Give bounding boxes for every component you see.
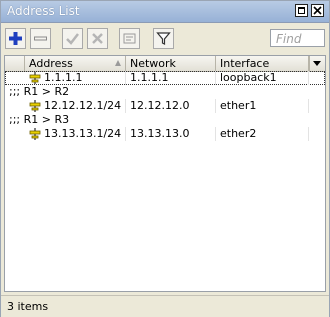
filter-button[interactable]	[153, 28, 174, 49]
x-icon	[92, 33, 103, 44]
column-header-interface[interactable]: Interface	[216, 56, 309, 71]
status-bar: 3 items	[1, 295, 329, 317]
comment-text: ;;; R1 > R3	[9, 113, 70, 126]
chevron-down-icon	[313, 61, 321, 66]
address-icon	[29, 100, 41, 112]
table-header: Address Network Interface	[5, 56, 325, 72]
comment-text: ;;; R1 > R2	[9, 85, 70, 98]
title-bar[interactable]: Address List	[1, 1, 329, 23]
cell-network: 12.12.12.0	[126, 99, 216, 113]
enable-button[interactable]	[62, 28, 83, 49]
cell-address: 12.12.12.1/24	[41, 99, 126, 113]
column-menu-button[interactable]	[309, 56, 325, 71]
cell-address: 1.1.1.1	[41, 71, 126, 85]
toolbar	[1, 23, 329, 55]
address-list-window: Address List Find Address Network Interf…	[0, 0, 330, 317]
column-label: Network	[130, 57, 176, 70]
minus-icon	[34, 36, 47, 41]
check-icon	[66, 33, 79, 45]
disable-button[interactable]	[87, 28, 108, 49]
header-corner	[5, 56, 25, 71]
add-button[interactable]	[5, 28, 26, 49]
cell-address: 13.13.13.1/24	[41, 127, 126, 141]
cell-network: 1.1.1.1	[126, 71, 216, 85]
cell-network: 13.13.13.0	[126, 127, 216, 141]
close-button[interactable]	[311, 4, 324, 17]
table-row[interactable]: 13.13.13.1/24 13.13.13.0 ether2	[5, 127, 325, 141]
plus-icon	[9, 32, 22, 45]
table-row[interactable]: 12.12.12.1/24 12.12.12.0 ether1	[5, 99, 325, 113]
table-row[interactable]: 1.1.1.1 1.1.1.1 loopback1	[5, 71, 325, 85]
window-title: Address List	[7, 4, 80, 18]
comment-row[interactable]: ;;; R1 > R3	[5, 113, 325, 127]
restore-button[interactable]	[295, 4, 308, 17]
item-count: 3 items	[7, 300, 49, 313]
address-icon	[29, 128, 41, 140]
address-table: Address Network Interface 1.1.1.1 1.1.1.…	[4, 55, 326, 292]
close-icon	[313, 6, 322, 15]
sort-ascending-icon	[115, 60, 121, 66]
column-label: Interface	[220, 57, 270, 70]
cell-interface: ether1	[216, 99, 309, 113]
column-label: Address	[29, 57, 73, 70]
note-icon	[123, 33, 136, 44]
cell-interface: loopback1	[216, 71, 309, 85]
cell-interface: ether2	[216, 127, 309, 141]
filter-icon	[156, 32, 171, 45]
restore-icon	[298, 7, 305, 14]
column-header-address[interactable]: Address	[25, 56, 126, 71]
remove-button[interactable]	[30, 28, 51, 49]
comment-button[interactable]	[119, 28, 140, 49]
find-input[interactable]	[270, 29, 325, 47]
column-header-network[interactable]: Network	[126, 56, 216, 71]
comment-row[interactable]: ;;; R1 > R2	[5, 85, 325, 99]
address-icon	[29, 72, 41, 84]
